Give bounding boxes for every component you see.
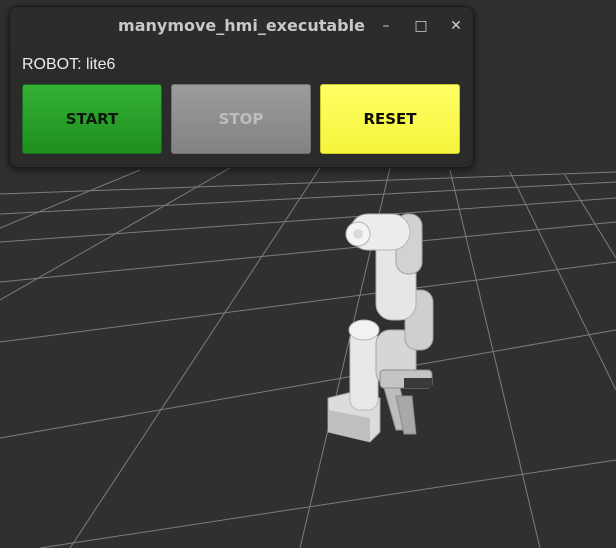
hmi-window: manymove_hmi_executable – □ ✕ ROBOT: lit…: [9, 6, 474, 168]
close-icon[interactable]: ✕: [446, 16, 466, 36]
title-bar[interactable]: manymove_hmi_executable – □ ✕: [10, 7, 473, 45]
maximize-icon[interactable]: □: [411, 16, 431, 36]
stop-button[interactable]: STOP: [171, 84, 311, 154]
start-button[interactable]: START: [22, 84, 162, 154]
minimize-icon[interactable]: –: [376, 16, 396, 36]
reset-button[interactable]: RESET: [320, 84, 460, 154]
window-title: manymove_hmi_executable: [118, 16, 365, 35]
robot-label: ROBOT: lite6: [22, 56, 116, 73]
